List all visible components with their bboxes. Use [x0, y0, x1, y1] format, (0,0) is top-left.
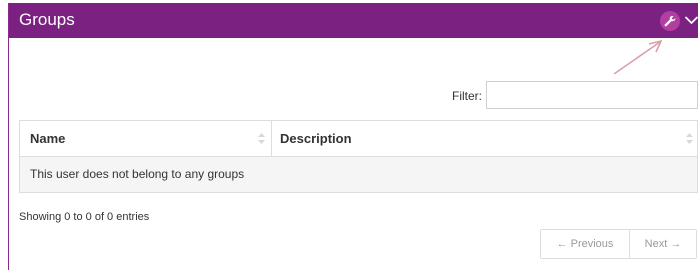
filter-input[interactable]: [486, 81, 698, 109]
sort-icon: [258, 133, 265, 144]
filter-label: Filter:: [452, 89, 482, 103]
panel-title: Groups: [19, 10, 75, 29]
previous-button[interactable]: ← Previous: [541, 230, 630, 258]
table-header-row: Name Description: [20, 121, 697, 157]
pagination: ← Previous Next →: [540, 229, 697, 259]
column-header-label: Description: [280, 131, 352, 146]
column-header-label: Name: [30, 131, 66, 146]
wrench-icon[interactable]: [660, 11, 680, 31]
column-header-description[interactable]: Description: [272, 121, 697, 156]
table-info: Showing 0 to 0 of 0 entries: [19, 211, 150, 223]
sort-icon: [686, 133, 693, 144]
column-header-name[interactable]: Name: [20, 121, 272, 156]
chevron-down-icon[interactable]: [684, 12, 698, 28]
groups-table: Name Description This user does not belo…: [19, 120, 698, 193]
table-empty-row: This user does not belong to any groups: [20, 157, 697, 192]
panel-header: Groups: [9, 3, 698, 38]
next-button[interactable]: Next →: [630, 230, 696, 258]
annotation-arrow: [613, 39, 663, 75]
